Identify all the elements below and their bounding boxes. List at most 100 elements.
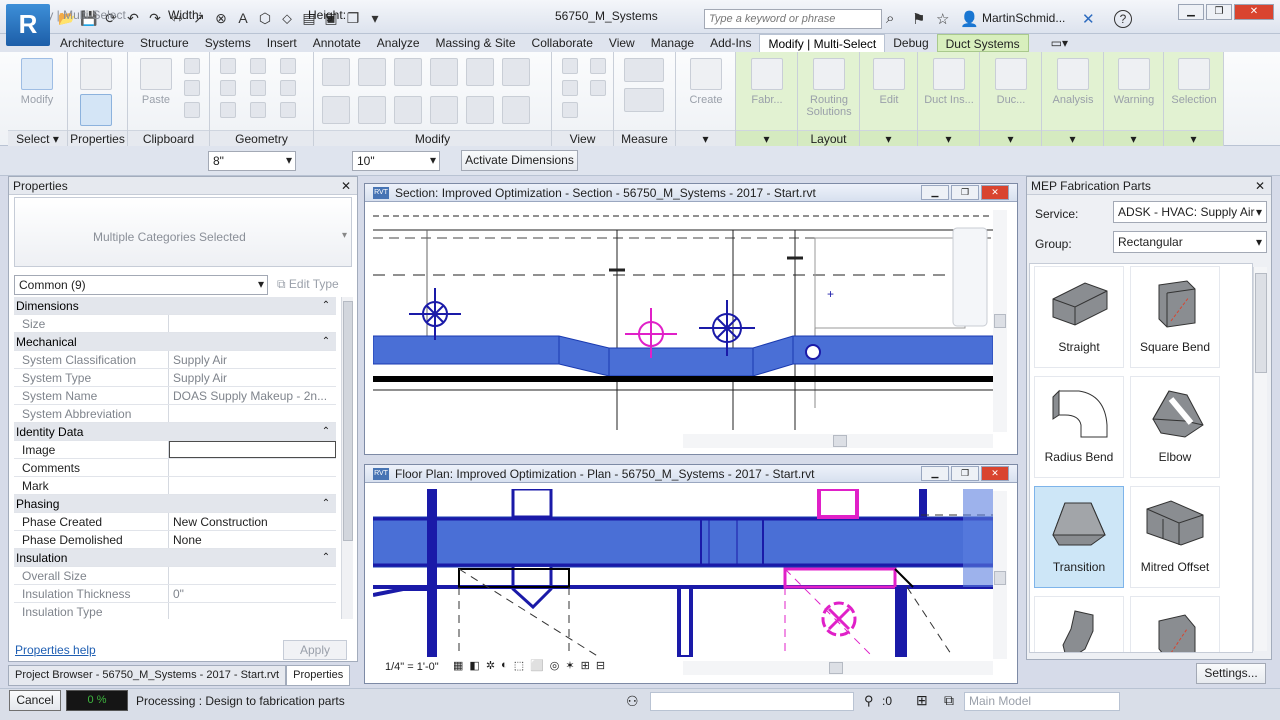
temporary-hide-icon[interactable] [562, 102, 578, 118]
tab-massing-site[interactable]: Massing & Site [428, 34, 524, 52]
visual-style-icon[interactable]: ◧ [469, 659, 479, 672]
duct-insulation-dropdown[interactable]: ▾ [918, 130, 979, 146]
collapse-icon[interactable]: ⌃ [316, 423, 336, 440]
property-value[interactable] [169, 477, 336, 494]
join-icon[interactable] [280, 58, 296, 74]
subscription-icon[interactable]: ⚑ [912, 10, 925, 28]
section-canvas[interactable]: + [373, 208, 993, 430]
analysis-dropdown[interactable]: ▾ [1042, 130, 1103, 146]
select-box-icon[interactable] [590, 80, 606, 96]
trim-extend-icon[interactable] [430, 96, 458, 124]
close-icon[interactable]: ✕ [341, 177, 351, 195]
type-properties-icon[interactable] [80, 58, 112, 94]
part-elbow[interactable]: Elbow [1130, 376, 1220, 478]
property-value[interactable]: New Construction [169, 513, 336, 530]
section-hscrollbar[interactable] [683, 434, 993, 448]
scrollbar-thumb[interactable] [1255, 273, 1267, 373]
properties-scrollbar[interactable] [341, 297, 353, 619]
property-value[interactable] [169, 441, 336, 458]
apply-button[interactable]: Apply [283, 640, 347, 660]
tab-architecture[interactable]: Architecture [52, 34, 132, 52]
property-row[interactable]: Image [14, 441, 336, 459]
customize-qat-icon[interactable]: ▾ [366, 9, 384, 27]
property-group-row[interactable]: Mechanical ⌃ [14, 333, 336, 351]
group-select[interactable]: Rectangular [1113, 231, 1267, 253]
section-icon[interactable]: ⬦ [278, 9, 296, 27]
trim-icon[interactable] [502, 58, 530, 86]
fabrication-dropdown[interactable]: ▾ [736, 130, 797, 146]
close-icon[interactable]: ✕ [1255, 177, 1265, 195]
help-icon[interactable]: ? [1114, 10, 1132, 28]
property-value[interactable] [169, 459, 336, 476]
property-row[interactable]: System Abbreviation [14, 405, 336, 423]
plan-canvas[interactable] [373, 489, 993, 657]
crop-view-icon[interactable]: ⬚ [514, 659, 524, 672]
property-row[interactable]: System Type Supply Air [14, 369, 336, 387]
shadows-icon[interactable]: ◐ [501, 659, 508, 672]
category-filter-select[interactable]: Common (9) [14, 275, 268, 295]
tab-analyze[interactable]: Analyze [369, 34, 428, 52]
scrollbar-thumb[interactable] [343, 301, 353, 541]
collapse-icon[interactable]: ⌃ [316, 495, 336, 512]
revit-logo-button[interactable]: R [6, 4, 50, 46]
property-value[interactable]: None [169, 531, 336, 548]
part-radius-bend[interactable]: Radius Bend [1034, 376, 1124, 478]
property-group-row[interactable]: Insulation ⌃ [14, 549, 336, 567]
property-row[interactable]: System Name DOAS Supply Makeup - 2n... [14, 387, 336, 405]
reveal-hidden-icon[interactable]: ✶ [565, 659, 574, 672]
fabrication-button[interactable]: Fabr... [742, 58, 792, 106]
section-vscrollbar[interactable] [993, 210, 1007, 432]
design-option-select[interactable]: Main Model [964, 692, 1120, 711]
width-select[interactable]: 8" [208, 151, 296, 171]
part-square-bend[interactable]: Square Bend [1130, 266, 1220, 368]
tab-manage[interactable]: Manage [643, 34, 702, 52]
temporary-isolate-icon[interactable]: ◎ [550, 659, 560, 672]
property-group-row[interactable]: Dimensions ⌃ [14, 297, 336, 315]
aligned-dimension-icon[interactable] [624, 88, 664, 112]
copy-element-icon[interactable] [358, 96, 386, 124]
duct-lining-dropdown[interactable]: ▾ [980, 130, 1041, 146]
design-options-icon[interactable]: ⧉ [944, 692, 954, 709]
modify-button[interactable]: Modify [12, 58, 62, 106]
view-scale[interactable]: 1/4" = 1'-0" [385, 661, 439, 673]
cope-icon[interactable] [220, 58, 236, 74]
hide-in-view-icon[interactable] [562, 58, 578, 74]
match-type-icon[interactable] [184, 102, 200, 118]
part-offset[interactable] [1034, 596, 1124, 652]
mirror-draw-icon[interactable] [430, 58, 458, 86]
split-icon[interactable] [466, 58, 494, 86]
analytical-model-icon[interactable]: ⊟ [596, 659, 605, 672]
demolish-geometry-icon[interactable] [220, 102, 236, 118]
edit-type-button[interactable]: ⧉ Edit Type [277, 277, 339, 292]
edit-dropdown[interactable]: ▾ [860, 130, 917, 146]
linework-icon[interactable] [562, 80, 578, 96]
part-square-to-square[interactable] [1130, 596, 1220, 652]
minimize-icon[interactable]: ▁ [921, 466, 949, 481]
sun-path-icon[interactable]: ✲ [486, 659, 495, 672]
property-row[interactable]: Phase Demolished None [14, 531, 336, 549]
exchange-icon[interactable]: ✕ [1082, 10, 1095, 28]
copy-icon[interactable] [184, 80, 200, 96]
collapse-icon[interactable]: ⌃ [316, 297, 336, 314]
temporary-view-properties-icon[interactable]: ⊞ [581, 659, 590, 672]
undo-icon[interactable]: ↶ [124, 9, 142, 27]
cut-icon[interactable] [184, 58, 200, 74]
rotate-icon[interactable] [394, 96, 422, 124]
filter-icon[interactable]: ⚲ [864, 693, 874, 709]
height-select[interactable]: 10" [352, 151, 440, 171]
detail-level-icon[interactable]: ▦ [453, 659, 463, 672]
property-row[interactable]: Phase Created New Construction [14, 513, 336, 531]
part-mitred-offset[interactable]: Mitred Offset [1130, 486, 1220, 588]
properties-icon[interactable] [80, 94, 112, 130]
beam-join-icon[interactable] [250, 102, 266, 118]
minimize-icon[interactable]: ▁ [1178, 4, 1204, 20]
routing-solutions-button[interactable]: Routing Solutions [802, 58, 856, 118]
create-panel-dropdown[interactable]: ▾ [676, 130, 735, 146]
tab-project-browser[interactable]: Project Browser - 56750_M_Systems - 2017… [8, 665, 287, 686]
select-dropdown[interactable]: Select ▾ [8, 130, 67, 146]
tab-collaborate[interactable]: Collaborate [524, 34, 601, 52]
worksets-icon[interactable]: ⚇ [626, 693, 639, 710]
show-crop-icon[interactable]: ⬜ [530, 659, 544, 672]
measure-between-icon[interactable] [624, 58, 664, 82]
tab-systems[interactable]: Systems [197, 34, 259, 52]
